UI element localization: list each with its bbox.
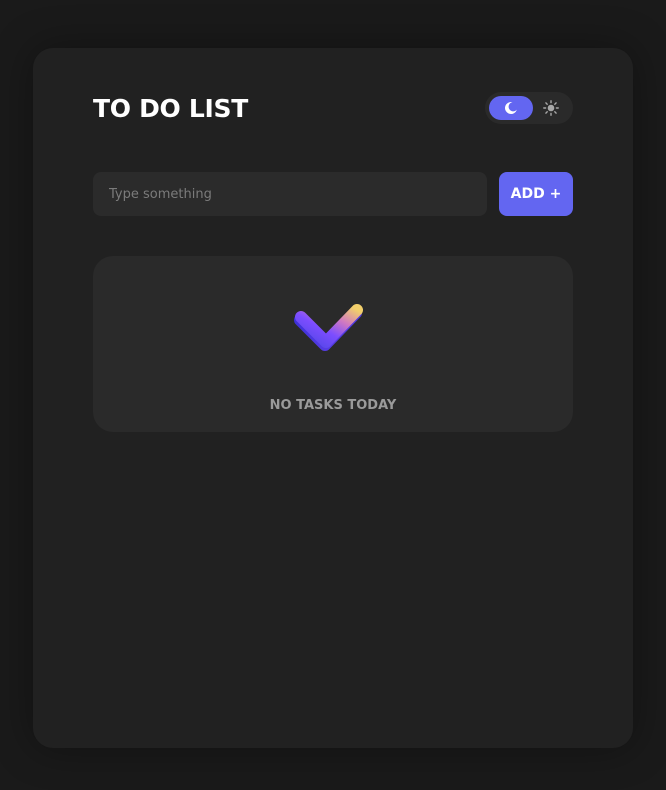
checkmark-icon [294, 304, 363, 351]
empty-state-message: NO TASKS TODAY [269, 398, 397, 413]
sun-icon [543, 100, 559, 116]
moon-icon [505, 102, 517, 115]
todo-card: TO DO LIST Type something ADD + NO TASKS… [33, 48, 633, 748]
page-title: TO DO LIST [93, 93, 249, 123]
add-button[interactable]: ADD + [499, 172, 573, 216]
header: TO DO LIST [93, 92, 573, 124]
add-task-row: ADD + [93, 172, 573, 216]
dark-mode-button[interactable] [489, 96, 533, 120]
task-input[interactable] [93, 172, 487, 216]
light-mode-button[interactable] [539, 96, 563, 120]
empty-state-panel: NO TASKS TODAY [93, 256, 573, 432]
theme-toggle[interactable] [485, 92, 573, 124]
